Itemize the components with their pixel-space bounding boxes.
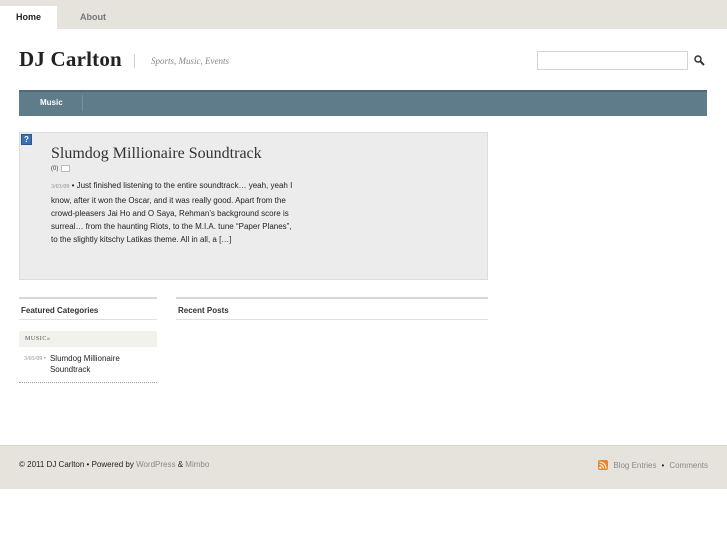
post-excerpt: 3/03/09 • Just finished listening to the… — [51, 179, 296, 246]
top-nav-home[interactable]: Home — [0, 6, 57, 29]
top-nav-bar: Home About — [0, 0, 727, 29]
footer-amp: & — [177, 460, 184, 469]
recent-posts-heading: Recent Posts — [176, 297, 488, 320]
post-date: 3/03/09 — [51, 184, 70, 190]
search-button[interactable] — [692, 52, 706, 68]
nav-item-music[interactable]: Music — [31, 92, 72, 114]
category-nav-bar: Music — [19, 90, 707, 116]
search-input[interactable] — [537, 51, 688, 70]
wordpress-link[interactable]: WordPress — [136, 460, 175, 469]
dotted-divider — [19, 382, 157, 383]
mimbo-link[interactable]: Mimbo — [185, 460, 209, 469]
magnifier-icon — [693, 54, 705, 66]
site-title[interactable]: DJ Carlton — [19, 47, 122, 72]
footer-bullet: • — [661, 460, 665, 470]
footer-credits: © 2011 DJ Carlton • Powered by WordPress… — [19, 460, 209, 469]
category-music-link[interactable]: Music» — [19, 331, 157, 347]
comment-icon — [61, 165, 71, 172]
post-excerpt-text: Just finished listening to the entire so… — [51, 181, 293, 244]
rss-icon[interactable] — [598, 460, 609, 470]
comments-feed-link[interactable]: Comments — [669, 461, 708, 470]
nav-separator — [82, 95, 83, 111]
blog-entries-link[interactable]: Blog Entries — [613, 461, 656, 470]
footer-feeds: Blog Entries • Comments — [598, 460, 708, 470]
post-title[interactable]: Slumdog Millionaire Soundtrack — [51, 145, 262, 163]
category-post-date: 3/03/09 • — [24, 356, 46, 362]
site-tagline: Sports, Music, Events — [151, 56, 229, 66]
footer-copyright: © 2011 DJ Carlton • Powered by — [19, 460, 134, 469]
featured-categories-heading: Featured Categories — [19, 297, 157, 320]
comment-count[interactable]: (0) — [51, 166, 58, 172]
title-divider — [134, 54, 135, 68]
top-nav-about[interactable]: About — [64, 6, 122, 29]
category-post-title[interactable]: Slumdog Millionaire Soundtrack — [50, 353, 157, 375]
post-meta: (0) — [51, 165, 71, 172]
list-item: 3/03/09 • Slumdog Millionaire Soundtrack — [19, 353, 157, 375]
post-image-icon[interactable]: ? — [21, 134, 32, 145]
footer: © 2011 DJ Carlton • Powered by WordPress… — [0, 445, 727, 489]
